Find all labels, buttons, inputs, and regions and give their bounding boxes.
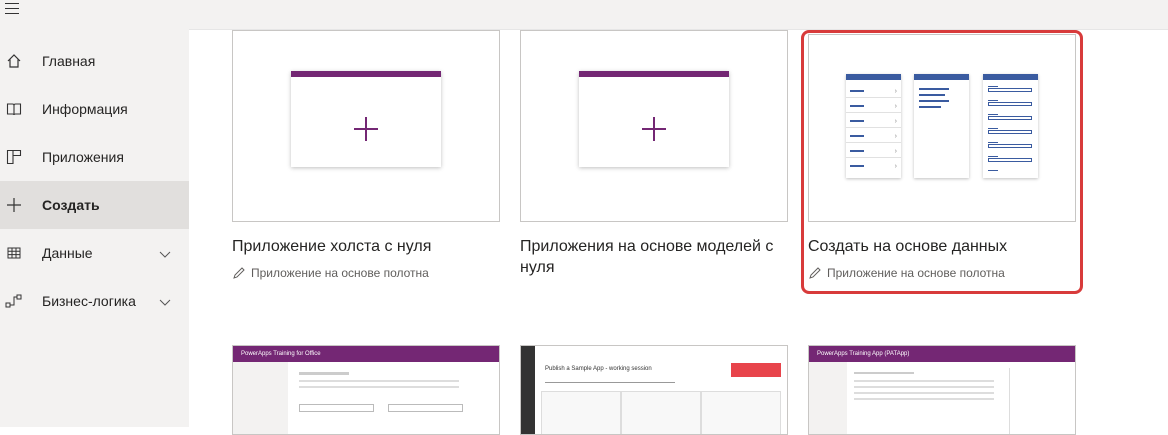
sidebar-item-info[interactable]: Информация xyxy=(0,85,189,133)
chevron-down-icon[interactable] xyxy=(159,295,171,307)
sample-header: PowerApps Training for Office xyxy=(233,346,499,362)
sidebar-item-data[interactable]: Данные xyxy=(0,229,189,277)
sidebar-item-label: Приложения xyxy=(42,149,124,165)
table-icon xyxy=(5,244,23,262)
plus-icon xyxy=(354,117,378,141)
card-subtitle-text: Приложение на основе полотна xyxy=(251,266,429,280)
sidebar-item-business-logic[interactable]: Бизнес-логика xyxy=(0,277,189,325)
home-icon xyxy=(5,52,23,70)
sample-app-thumbnail[interactable]: Publish a Sample App - working session xyxy=(520,345,788,435)
sidebar-item-label: Данные xyxy=(42,245,93,261)
apps-icon xyxy=(5,148,23,166)
canvas-app-thumbnail[interactable] xyxy=(232,30,500,222)
left-navigation: Главная Информация Приложения Создать Да… xyxy=(0,0,189,427)
sidebar-item-label: Информация xyxy=(42,101,128,117)
sidebar-item-home[interactable]: Главная xyxy=(0,37,189,85)
hamburger-menu-icon[interactable] xyxy=(5,3,19,15)
sample-header: PowerApps Training App (PATApp) xyxy=(809,346,1075,362)
sample-app-thumbnail[interactable]: PowerApps Training App (PATApp) xyxy=(808,345,1076,435)
model-app-thumbnail[interactable] xyxy=(520,30,788,222)
chevron-down-icon[interactable] xyxy=(159,247,171,259)
sample-header: Publish a Sample App - working session xyxy=(545,366,652,372)
plus-icon xyxy=(642,117,666,141)
sidebar-item-label: Создать xyxy=(42,197,100,213)
canvas-preview xyxy=(291,71,441,167)
pencil-icon xyxy=(233,267,245,279)
card-title[interactable]: Приложения на основе моделей с нуля xyxy=(520,236,788,278)
sidebar-item-apps[interactable]: Приложения xyxy=(0,133,189,181)
book-icon xyxy=(5,100,23,118)
sidebar-item-label: Главная xyxy=(42,53,96,69)
canvas-preview xyxy=(579,71,729,167)
card-title[interactable]: Приложение холста с нуля xyxy=(232,236,500,257)
plus-icon xyxy=(5,196,23,214)
sample-app-thumbnail[interactable]: PowerApps Training for Office xyxy=(232,345,500,435)
sidebar-item-create[interactable]: Создать xyxy=(0,181,189,229)
flow-icon xyxy=(5,292,23,310)
selection-highlight xyxy=(801,30,1083,294)
top-bar xyxy=(189,0,1168,30)
card-subtitle: Приложение на основе полотна xyxy=(232,266,429,280)
sidebar-item-label: Бизнес-логика xyxy=(42,293,136,309)
